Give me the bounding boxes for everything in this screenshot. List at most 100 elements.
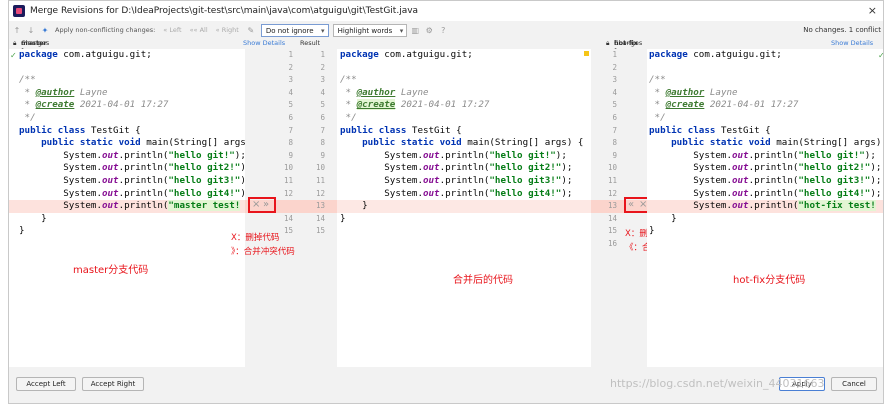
master-branch-label: master分支代码 [73,265,149,276]
line-number: 9 [612,150,617,160]
code-line: System.out.println("hello git3!"); [649,175,882,186]
line-number: 5 [612,100,617,110]
line-number: 7 [320,125,325,135]
accept-left-button[interactable]: Accept Left [16,377,76,391]
line-number: 12 [607,188,617,198]
line-number: 3 [288,75,293,85]
highlight-mode-select[interactable]: Highlight words [332,23,408,37]
line-number: 7 [288,125,293,135]
columns-icon[interactable]: ▥ [409,26,421,35]
merged-code-label: 合并后的代码 [453,275,513,286]
code-line: */ [649,112,666,123]
checkmark-icon: ✓ [10,51,17,60]
left-pane-title: Changes from master [21,39,50,55]
code-line: public static void main(String[] args) { [362,137,584,149]
line-number: 8 [320,138,325,148]
line-number: 10 [283,163,293,173]
line-number: 4 [612,87,617,97]
line-number: 14 [315,213,325,223]
code-line: System.out.println("hello git3!"); [19,175,245,186]
code-line: } [19,225,25,237]
line-number: 13 [315,201,325,211]
accept-right-button[interactable]: Accept Right [82,377,144,391]
accept-left-icon[interactable]: » [263,199,269,211]
line-number: 2 [612,62,617,72]
apply-left-link[interactable]: « Left [163,26,181,34]
right-pane-title: Changes from hot-fix [614,39,643,55]
intellij-app-icon [13,5,25,17]
line-number: 9 [320,150,325,160]
line-number: 6 [320,113,325,122]
code-line-conflict: System.out.println("hot-fix test! [649,200,876,212]
code-line: /** [649,74,666,86]
ignore-whitespace-select[interactable]: Do not ignore [260,23,329,37]
code-line: System.out.println("hello git!"); [649,149,876,161]
line-number: 5 [288,100,293,110]
right-editor-pane[interactable]: ✓ package com.atguigu.git; /** * @author… [647,49,883,367]
accept-right-icon[interactable]: « [628,199,634,211]
line-number: 13 [607,201,617,211]
code-line: package com.atguigu.git; [19,49,152,60]
line-number: 12 [315,188,325,198]
line-number: 3 [320,75,325,85]
warning-marker [584,51,589,56]
right-conflict-actions[interactable]: « × [624,197,649,213]
close-icon[interactable]: × [868,4,877,17]
merge-dialog: Merge Revisions for D:\IdeaProjects\git-… [8,0,884,404]
cancel-button[interactable]: Cancel [831,377,877,391]
code-line: * @author Layne [19,86,108,98]
left-editor-pane[interactable]: ✓ package com.atguigu.git; /** * @author… [9,49,245,367]
right-lock-icon: 🔒︎ [606,39,610,47]
gear-icon[interactable]: ⚙ [423,26,435,35]
code-line: } [649,212,677,224]
line-number: 12 [283,188,293,198]
code-line: public static void main(String[] args [41,137,245,149]
apply-right-link[interactable]: « Right [216,26,239,34]
line-number: 6 [288,113,293,122]
line-number: 4 [288,87,293,97]
discard-left-icon[interactable]: × [252,199,260,211]
code-line: */ [19,112,36,123]
line-number: 14 [607,213,617,223]
line-number: 15 [607,226,617,236]
show-details-right-link[interactable]: Show Details [831,39,873,47]
left-accept-annotation: 》：合并冲突代码 [231,247,295,257]
code-line: } [649,225,655,237]
magic-wand-icon[interactable]: ✦ [39,26,51,35]
code-line: */ [340,112,357,123]
code-line: } [340,212,346,224]
apply-all-link[interactable]: «« All [190,26,208,34]
code-line-conflict: System.out.println("master test! [19,200,241,212]
line-number: 1 [612,50,617,59]
code-line: * @author Layne [649,86,738,98]
title-bar: Merge Revisions for D:\IdeaProjects\git-… [9,1,883,21]
checkmark-icon: ✓ [878,51,883,60]
result-header: Result [300,39,321,47]
line-number: 3 [612,75,617,85]
code-line: System.out.println("hello git4!"); [649,187,882,199]
code-line: /** [340,74,357,86]
code-line: public class TestGit { [19,124,141,136]
left-lock-icon: 🔒︎ [13,39,17,47]
left-conflict-actions[interactable]: × » [248,197,276,213]
line-number: 11 [607,176,617,185]
code-line: * @create 2021-04-01 17:27 [19,99,169,111]
code-line: System.out.println("hello git3!"); [340,175,573,186]
show-details-left-link[interactable]: Show Details [243,39,285,47]
line-number: 14 [283,213,293,223]
line-number: 8 [612,138,617,148]
watermark: https://blog.csdn.net/weixin_44031663 [610,377,825,390]
help-icon[interactable]: ? [437,26,449,35]
code-line: } [340,200,368,212]
code-line: /** [19,74,36,86]
right-gutter: 12345678910111213141516 « × X：删掉代码 《：合并冲… [591,49,693,367]
arrow-up-icon[interactable]: ↑ [11,26,23,35]
code-line: package com.atguigu.git; [649,49,782,60]
pencil-icon[interactable]: ✎ [245,26,257,35]
hotfix-branch-label: hot-fix分支代码 [733,275,806,286]
line-number: 11 [283,176,293,185]
arrow-down-icon[interactable]: ↓ [25,26,37,35]
result-editor-pane[interactable]: package com.atguigu.git; /** * @author L… [337,49,591,367]
line-number: 8 [288,138,293,148]
left-x-annotation: X：删掉代码 [231,233,280,243]
